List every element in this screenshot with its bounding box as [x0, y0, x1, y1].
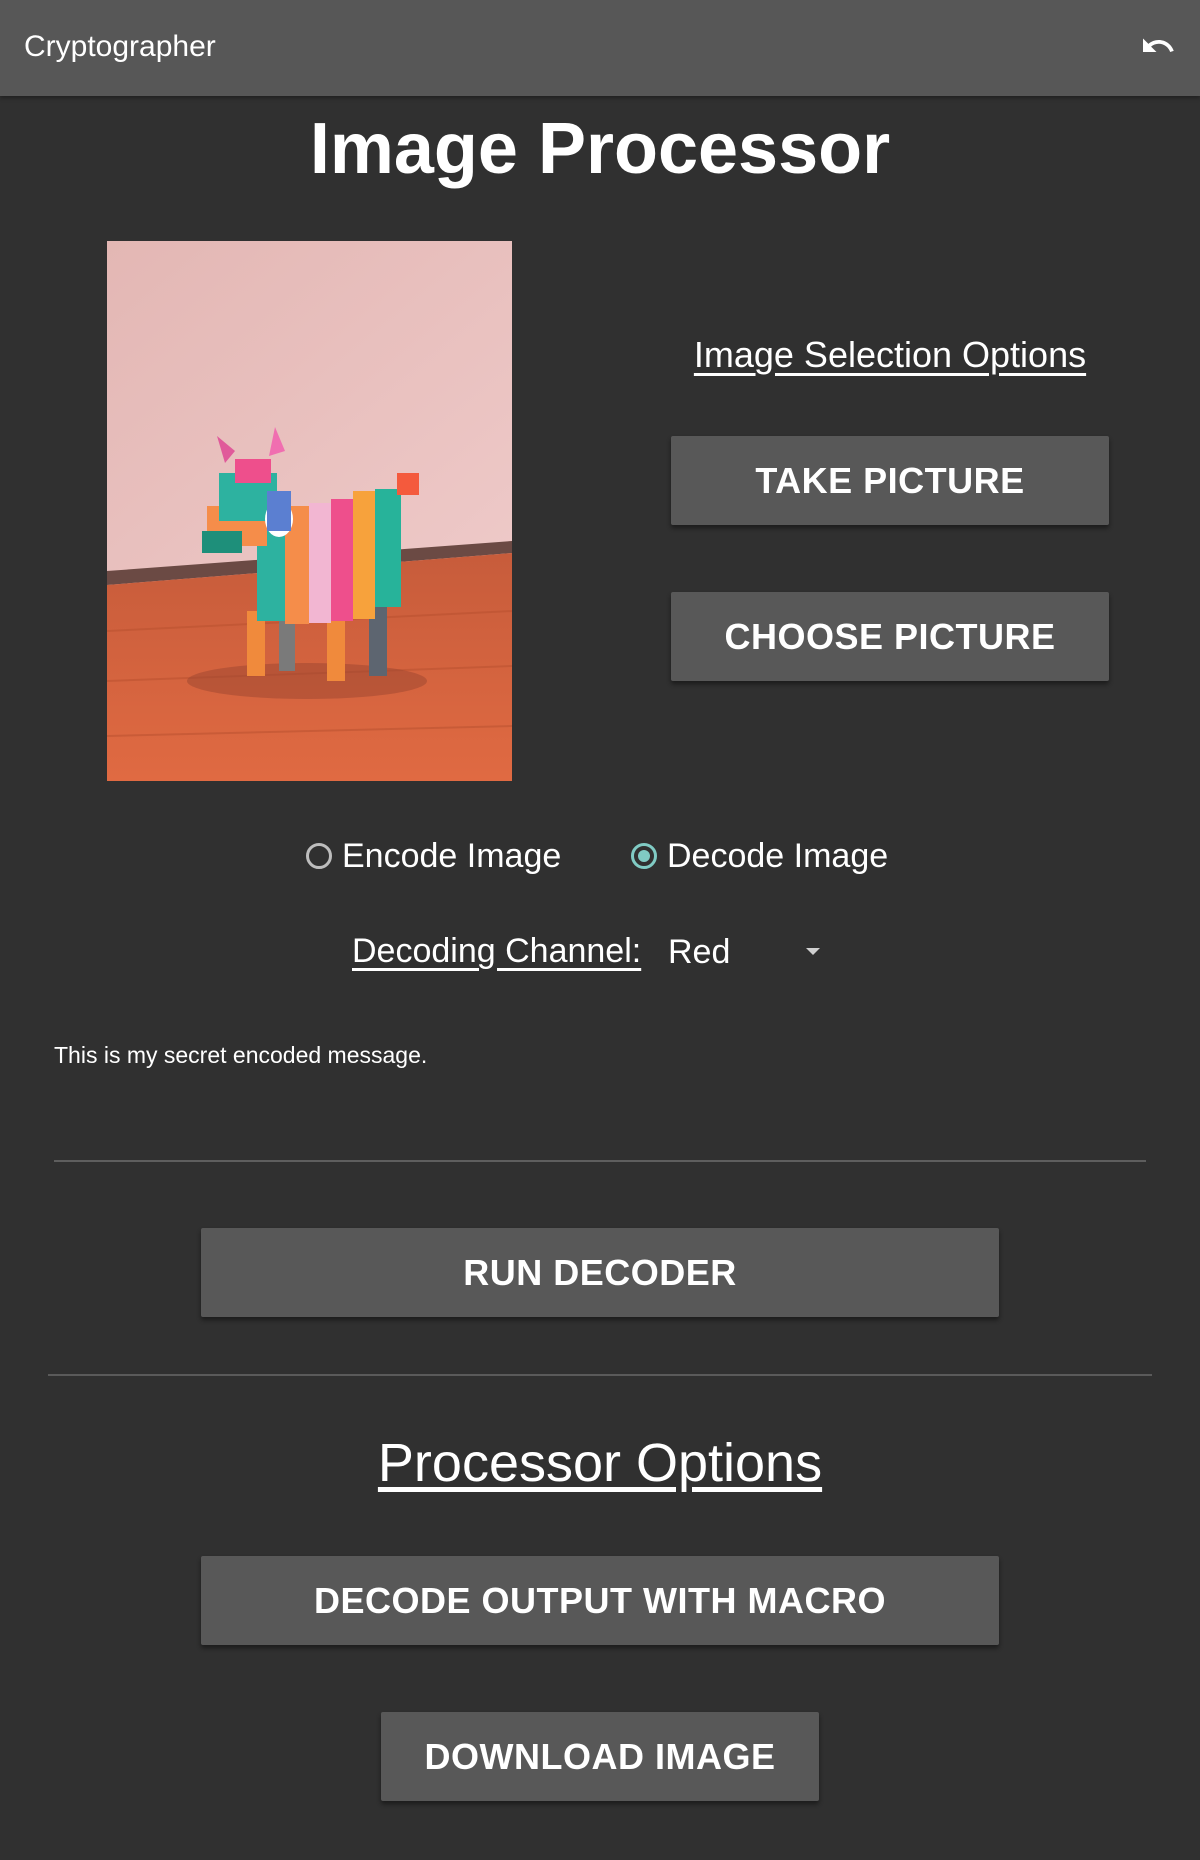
- image-selection-heading: Image Selection Options: [693, 334, 1087, 375]
- decode-image-radio[interactable]: Decode Image: [631, 834, 888, 878]
- encode-image-label: Encode Image: [342, 836, 562, 875]
- decoding-channel-value: Red: [668, 932, 731, 971]
- decode-image-label: Decode Image: [667, 836, 889, 875]
- selected-image: [107, 241, 512, 781]
- message-field[interactable]: This is my secret encoded message.: [54, 1036, 1146, 1162]
- decoding-channel-select[interactable]: Red: [668, 928, 828, 976]
- page-title: Image Processor: [309, 109, 891, 189]
- divider: [48, 1374, 1152, 1376]
- run-decoder-button[interactable]: RUN DECODER: [201, 1228, 999, 1317]
- take-picture-button[interactable]: TAKE PICTURE: [671, 436, 1109, 525]
- undo-button[interactable]: [1134, 24, 1182, 72]
- download-image-button[interactable]: DOWNLOAD IMAGE: [381, 1712, 819, 1801]
- dropdown-arrow-icon: [806, 948, 820, 955]
- choose-picture-button[interactable]: CHOOSE PICTURE: [671, 592, 1109, 681]
- radio-checked-icon: [631, 843, 657, 869]
- radio-unchecked-icon: [306, 843, 332, 869]
- undo-icon: [1140, 28, 1176, 69]
- message-text: This is my secret encoded message.: [54, 1042, 428, 1068]
- processor-options-heading: Processor Options: [377, 1433, 823, 1493]
- app-bar: Cryptographer: [0, 0, 1200, 96]
- encode-image-radio[interactable]: Encode Image: [306, 834, 561, 878]
- decoding-channel-label: Decoding Channel:: [352, 932, 642, 970]
- app-title: Cryptographer: [24, 30, 216, 63]
- decode-output-with-macro-button[interactable]: DECODE OUTPUT WITH MACRO: [201, 1556, 999, 1645]
